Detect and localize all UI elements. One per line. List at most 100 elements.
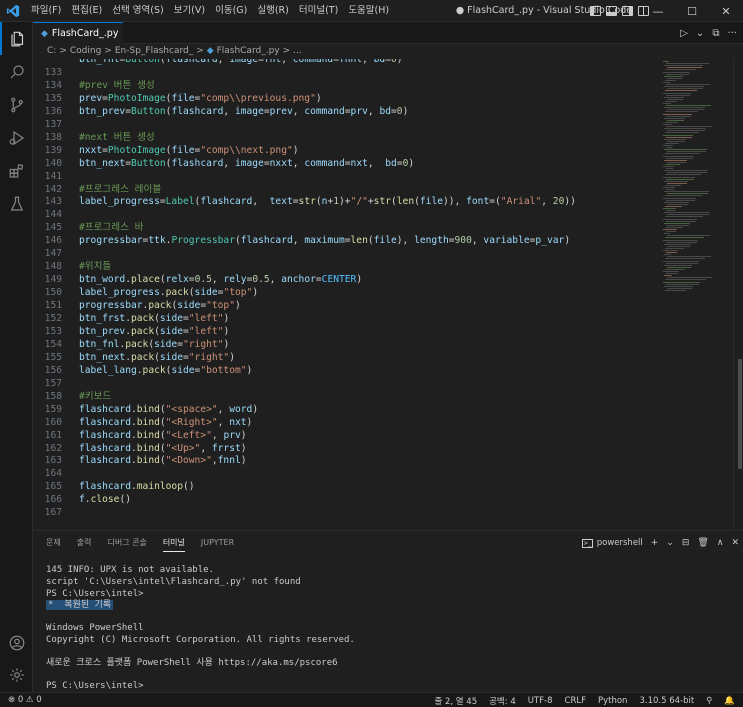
code-line[interactable]: 135 prev=PhotoImage(file="comp\\previous.… bbox=[33, 92, 663, 105]
maximize-button[interactable]: ☐ bbox=[675, 0, 709, 22]
minimap[interactable] bbox=[661, 59, 731, 299]
code-line[interactable]: 157 bbox=[33, 377, 663, 390]
menu-item[interactable]: 선택 영역(S) bbox=[107, 0, 168, 22]
extensions-icon[interactable] bbox=[0, 154, 33, 187]
panel-tab[interactable]: 디버그 콘솔 bbox=[107, 531, 146, 555]
code-line[interactable]: 162 flashcard.bind("<Up>", frrst) bbox=[33, 442, 663, 455]
terminal-dropdown-icon[interactable]: ⌄ bbox=[666, 538, 674, 548]
more-actions-icon[interactable]: ··· bbox=[727, 28, 737, 39]
close-window-button[interactable]: ✕ bbox=[709, 0, 743, 22]
split-terminal-icon[interactable]: ⊟ bbox=[682, 538, 690, 548]
breadcrumb-folder-project[interactable]: En-Sp_Flashcard_ bbox=[115, 46, 193, 56]
testing-icon[interactable] bbox=[0, 187, 33, 220]
menu-item[interactable]: 도움말(H) bbox=[343, 0, 394, 22]
code-line[interactable]: 158 #키보드 bbox=[33, 390, 663, 403]
accounts-icon[interactable] bbox=[0, 626, 33, 659]
code-line[interactable]: 146 progressbar=ttk.Progressbar(flashcard… bbox=[33, 234, 663, 247]
code-line[interactable]: 134 #prev 버튼 생성 bbox=[33, 79, 663, 92]
panel-tab[interactable]: 출력 bbox=[77, 531, 92, 555]
code-line[interactable]: 164 bbox=[33, 467, 663, 480]
indentation[interactable]: 공백: 4 bbox=[489, 695, 516, 707]
code-line[interactable]: 156 label_lang.pack(side="bottom") bbox=[33, 364, 663, 377]
menu-item[interactable]: 파일(F) bbox=[26, 0, 66, 22]
code-line[interactable]: 136 btn_prev=Button(flashcard, image=prev… bbox=[33, 105, 663, 118]
code-line[interactable]: 145 #프로그레스 바 bbox=[33, 221, 663, 234]
feedback-icon[interactable]: ⚲ bbox=[706, 696, 712, 706]
run-python-file-icon[interactable]: ▷ bbox=[680, 28, 688, 39]
source-control-icon[interactable] bbox=[0, 88, 33, 121]
code-line[interactable]: 165 flashcard.mainloop() bbox=[33, 480, 663, 493]
vscode-logo-icon[interactable] bbox=[0, 0, 26, 22]
code-line[interactable]: 151 progressbar.pack(side="top") bbox=[33, 299, 663, 312]
code-line[interactable]: 142 #프로그레스 레이블 bbox=[33, 183, 663, 196]
breadcrumb-symbols[interactable]: ... bbox=[293, 46, 302, 56]
tab-flashcard-py[interactable]: ◆ FlashCard_.py bbox=[33, 22, 123, 44]
menu-item[interactable]: 실행(R) bbox=[252, 0, 294, 22]
code-line[interactable]: 139 nxxt=PhotoImage(file="comp\\next.png"… bbox=[33, 144, 663, 157]
problems-status[interactable]: ⊗ 0 ⚠ 0 bbox=[8, 693, 42, 707]
panel-tab[interactable]: JUPYTER bbox=[201, 531, 234, 555]
split-editor-icon[interactable]: ⧉ bbox=[712, 28, 719, 39]
terminal-instance[interactable]: >_ powershell bbox=[581, 538, 643, 548]
code-line[interactable]: 163 flashcard.bind("<Down>",fnnl) bbox=[33, 454, 663, 467]
kill-terminal-icon[interactable]: 🗑 bbox=[697, 538, 708, 548]
code-line[interactable]: 150 label_progress.pack(side="top") bbox=[33, 286, 663, 299]
menu-item[interactable]: 보기(V) bbox=[169, 0, 210, 22]
editor-scroll-thumb[interactable] bbox=[738, 359, 742, 469]
notifications-bell-icon[interactable]: 🔔 bbox=[724, 696, 735, 706]
toggle-secondary-sidebar-icon[interactable] bbox=[622, 6, 633, 16]
python-interpreter[interactable]: 3.10.5 64-bit bbox=[639, 696, 694, 706]
panel-tab[interactable]: 터미널 bbox=[162, 531, 186, 555]
code-line[interactable]: 147 bbox=[33, 247, 663, 260]
code-line[interactable]: 155 btn_next.pack(side="right") bbox=[33, 351, 663, 364]
code-line[interactable]: 143 label_progress=Label(flashcard, text=… bbox=[33, 195, 663, 208]
minimap-line bbox=[665, 258, 705, 260]
code-line[interactable]: 141 bbox=[33, 170, 663, 183]
breadcrumb-file[interactable]: FlashCard_.py bbox=[217, 46, 280, 56]
language-mode[interactable]: Python bbox=[598, 696, 627, 706]
cursor-position[interactable]: 줄 2, 열 45 bbox=[434, 695, 477, 707]
toggle-panel-icon[interactable] bbox=[606, 6, 617, 16]
run-dropdown-icon[interactable]: ⌄ bbox=[696, 28, 704, 39]
maximize-panel-icon[interactable]: ∧ bbox=[717, 538, 724, 548]
editor-scrollbar[interactable] bbox=[733, 59, 743, 530]
code-line[interactable]: 137 bbox=[33, 118, 663, 131]
line-ending[interactable]: CRLF bbox=[565, 696, 586, 706]
explorer-icon[interactable] bbox=[0, 22, 33, 55]
code-line[interactable]: 133 bbox=[33, 66, 663, 79]
line-number: 166 bbox=[44, 494, 62, 506]
settings-gear-icon[interactable] bbox=[0, 658, 33, 691]
code-line[interactable]: 148 #위치들 bbox=[33, 260, 663, 273]
code-line[interactable]: 140 btn_next=Button(flashcard, image=nxxt… bbox=[33, 157, 663, 170]
breadcrumb-folder-coding[interactable]: Coding bbox=[70, 46, 101, 56]
menu-item[interactable]: 이동(G) bbox=[210, 0, 252, 22]
minimap-line bbox=[663, 71, 690, 73]
code-line[interactable]: 161 flashcard.bind("<Left>", prv) bbox=[33, 429, 663, 442]
menu-item[interactable]: 터미널(T) bbox=[294, 0, 343, 22]
code-text: progressbar.pack(side="top") bbox=[79, 300, 241, 312]
code-line[interactable]: 153 btn_prev.pack(side="left") bbox=[33, 325, 663, 338]
search-icon[interactable] bbox=[0, 55, 33, 88]
minimize-button[interactable]: — bbox=[641, 0, 675, 22]
new-terminal-icon[interactable]: + bbox=[651, 538, 659, 548]
code-line[interactable]: 144 bbox=[33, 208, 663, 221]
close-panel-icon[interactable]: ✕ bbox=[731, 538, 739, 548]
run-debug-icon[interactable] bbox=[0, 121, 33, 154]
terminal-line: script 'C:\Users\intel\Flashcard_.py' no… bbox=[46, 577, 301, 587]
panel-tab[interactable]: 문제 bbox=[46, 531, 61, 555]
code-line[interactable]: 149 btn_word.place(relx=0.5, rely=0.5, an… bbox=[33, 273, 663, 286]
code-line[interactable]: 154 btn_fnl.pack(side="right") bbox=[33, 338, 663, 351]
minimap-line bbox=[666, 241, 697, 243]
encoding[interactable]: UTF-8 bbox=[528, 696, 553, 706]
code-editor[interactable]: btn_fnl=Button(flashcard, image=fnl, com… bbox=[33, 59, 743, 530]
menu-item[interactable]: 편집(E) bbox=[66, 0, 107, 22]
code-line[interactable]: 160 flashcard.bind("<Right>", nxt) bbox=[33, 416, 663, 429]
code-line[interactable]: 152 btn_frst.pack(side="left") bbox=[33, 312, 663, 325]
toggle-sidebar-icon[interactable] bbox=[590, 6, 601, 16]
breadcrumb-drive[interactable]: C: bbox=[47, 46, 56, 56]
code-line[interactable]: 138 #next 버튼 생성 bbox=[33, 131, 663, 144]
code-line[interactable]: 166 f.close() bbox=[33, 493, 663, 506]
code-line[interactable]: btn_fnl=Button(flashcard, image=fnl, com… bbox=[33, 59, 663, 66]
code-line[interactable]: 159 flashcard.bind("<space>", word) bbox=[33, 403, 663, 416]
code-line[interactable]: 167 bbox=[33, 506, 663, 519]
